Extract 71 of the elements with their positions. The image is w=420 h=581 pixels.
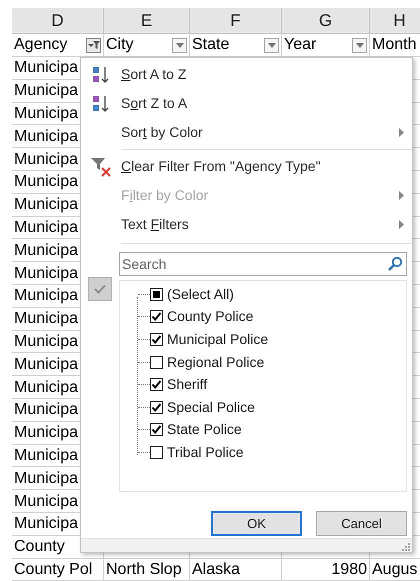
value-label: Regional Police [167,352,264,372]
menu-item[interactable]: Sort Z to A [81,89,412,118]
table-cell-text: Municipa [13,446,80,466]
checkbox[interactable] [150,288,163,301]
table-cell-text: Municipa [13,150,80,170]
column-header[interactable]: D [12,8,104,33]
table-cell-text: Municipa [13,423,80,444]
submenu-arrow-icon [399,191,404,200]
checkbox[interactable] [150,356,163,369]
column-header[interactable]: F [190,8,282,33]
value-label: Special Police [167,398,255,417]
value-label: State Police [167,420,242,440]
value-label: County Police [167,307,254,326]
table-cell-text: Municipa [13,240,80,261]
checkbox[interactable] [150,332,163,346]
value-label: Sheriff [167,375,208,394]
table-cell-text: County Pol [13,560,94,580]
table-cell-text: Municipa [13,514,80,534]
menu-item[interactable]: Clear Filter From "Agency Type" [81,152,412,181]
table-cell-text: Municipa [13,400,80,420]
table-cell-text: Municipa [13,286,80,306]
column-header[interactable]: E [104,8,190,33]
table-cell-text: Municipa [13,81,80,102]
menu-item[interactable]: Text Filters [81,210,412,239]
table-cell-text: Municipa [13,354,80,375]
sort-ascending-icon [91,64,111,84]
clear-filter-icon [90,156,112,178]
filter-applied-icon[interactable] [86,38,101,52]
value-label: (Select All) [167,284,234,304]
menu-item[interactable]: Sort by Color [81,118,412,147]
table-cell-text: Month [371,35,416,55]
checkbox[interactable] [150,378,163,392]
menu-item[interactable]: Sort A to Z [81,60,412,89]
table-cell-text: City [105,35,134,55]
checkbox[interactable] [150,400,163,414]
table-cell-text: North Slop [105,560,183,580]
table-cell-text: Municipa [13,309,80,330]
table-cell-text: County [13,537,66,558]
table-cell-text: Municipa [13,126,80,147]
table-cell-text: Municipa [13,104,80,124]
table-cell-text: Augus [371,560,418,580]
search-icon [387,256,403,272]
table-cell-text: 1980 [330,560,368,580]
table-cell-text: Municipa [13,468,80,489]
table-cell-text: Municipa [13,332,80,352]
column-header[interactable]: H [370,8,420,33]
sort-descending-icon [91,94,111,114]
table-cell-text: Municipa [13,264,80,284]
submenu-arrow-icon [399,128,404,137]
checkbox[interactable] [150,446,163,459]
search-field[interactable]: Search [119,252,407,276]
table-cell-text: Municipa [13,218,80,238]
value-label: Tribal Police [167,442,244,462]
checkbox[interactable] [150,423,163,436]
cancel-button[interactable]: Cancel [316,511,407,536]
resize-grip-icon[interactable] [402,543,410,551]
checkmark-icon [88,277,112,301]
table-cell-text: Municipa [13,378,80,398]
table-cell-text: Year [283,35,316,55]
table-cell-text: Alaska [191,560,242,580]
table-cell-text: Municipa [13,492,80,512]
value-label: Municipal Police [167,330,268,349]
table-cell-text: Municipa [13,58,80,78]
ok-button[interactable]: OK [211,511,302,536]
column-header[interactable]: G [282,8,370,33]
table-cell-text: Municipa [13,172,80,192]
submenu-arrow-icon [399,220,404,229]
checkbox[interactable] [150,310,163,324]
table-cell-text: State [191,35,230,55]
table-cell-text: Agency [13,35,68,55]
table-cell-text: Municipa [13,195,80,216]
